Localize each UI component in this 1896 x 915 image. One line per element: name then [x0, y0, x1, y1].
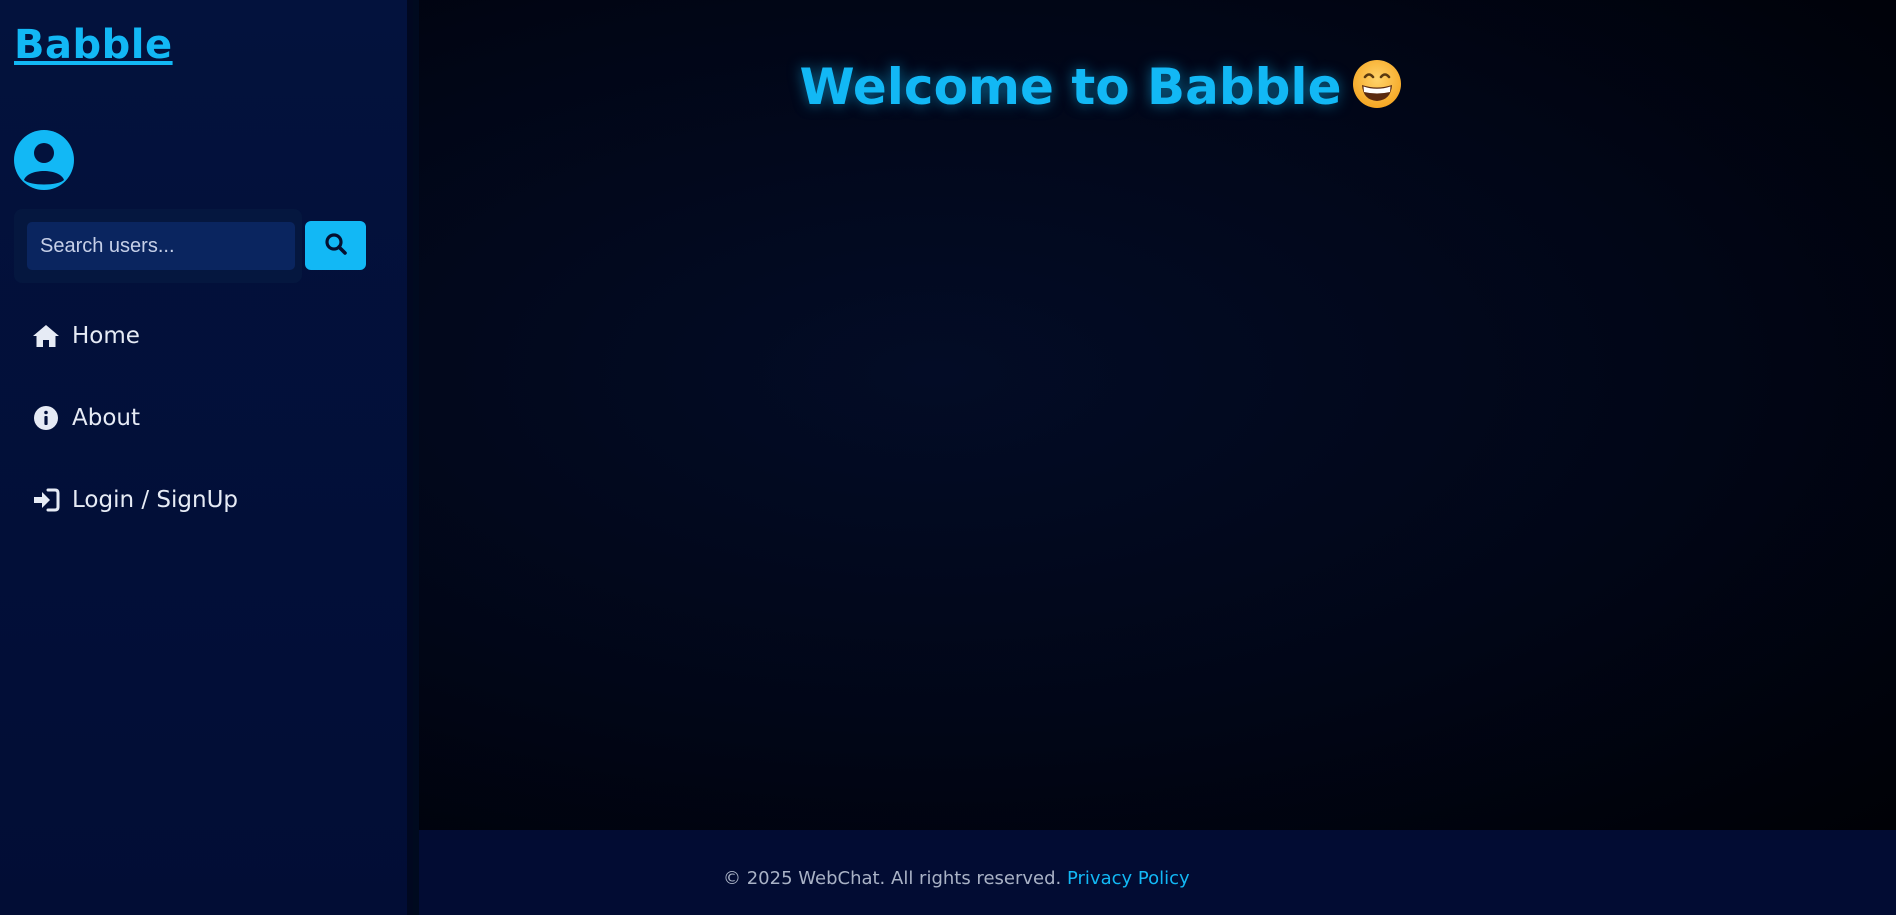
search-input[interactable]: [27, 222, 295, 270]
copyright-text: © 2025 WebChat. All rights reserved.: [723, 868, 1062, 889]
grinning-face-icon: [1351, 58, 1403, 110]
nav-item-label: About: [72, 405, 141, 431]
search-form: [14, 209, 302, 283]
footer-text: © 2025 WebChat. All rights reserved. Pri…: [723, 868, 1190, 889]
nav-item-label: Home: [72, 323, 140, 349]
info-icon: [32, 404, 60, 432]
nav-item-about[interactable]: About: [32, 404, 140, 432]
search-button[interactable]: [305, 221, 366, 270]
footer: © 2025 WebChat. All rights reserved. Pri…: [419, 830, 1896, 915]
avatar-icon[interactable]: [14, 130, 74, 190]
home-icon: [32, 322, 60, 350]
page-title: Welcome to Babble: [419, 58, 1784, 116]
sign-in-icon: [32, 486, 60, 514]
search-icon: [323, 231, 349, 260]
sidebar: Babble Home: [0, 0, 413, 915]
nav-item-home[interactable]: Home: [32, 322, 140, 350]
main-content: Welcome to Babble: [419, 0, 1896, 830]
nav-item-login[interactable]: Login / SignUp: [32, 486, 238, 514]
welcome-text: Welcome to Babble: [799, 58, 1342, 116]
logo-link[interactable]: Babble: [14, 22, 173, 68]
nav-item-label: Login / SignUp: [72, 487, 239, 513]
privacy-policy-link[interactable]: Privacy Policy: [1067, 868, 1190, 889]
